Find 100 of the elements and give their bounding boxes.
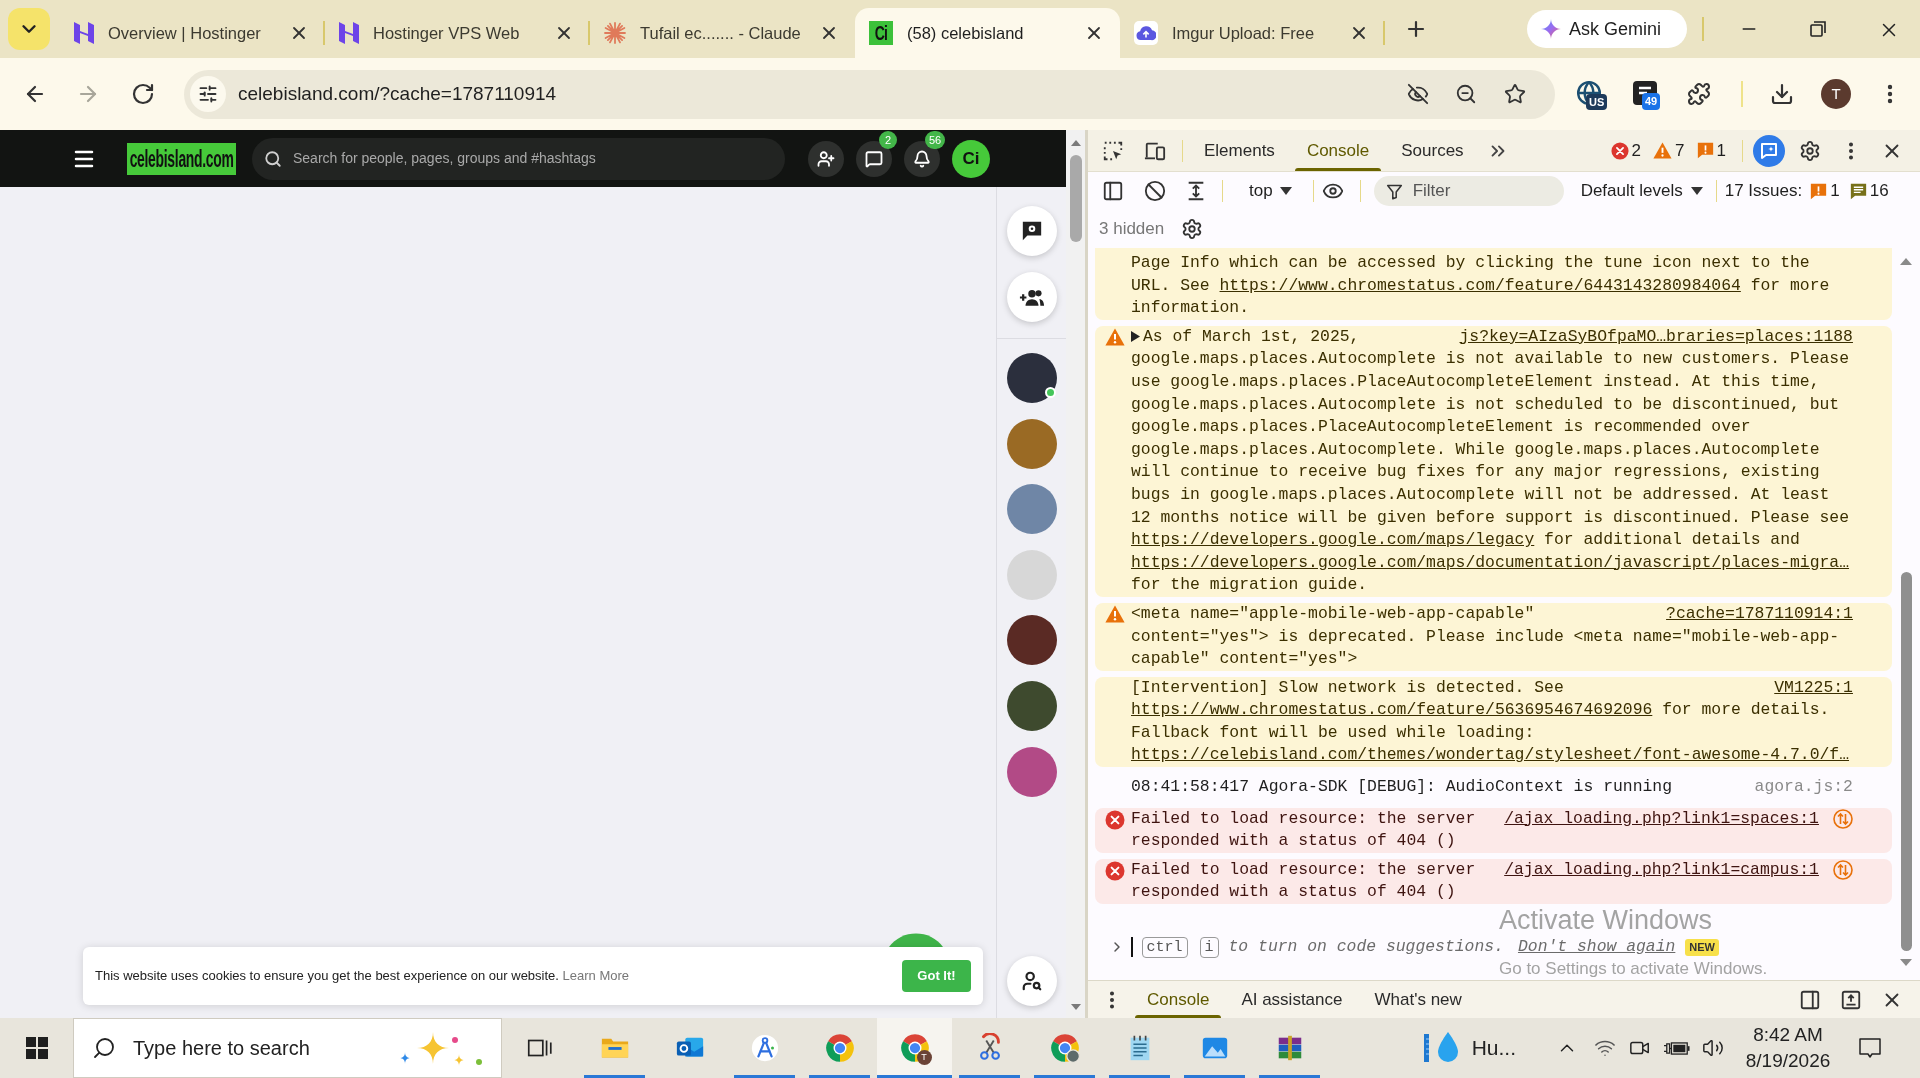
browser-tab[interactable]: Ci (58) celebisland (855, 8, 1120, 58)
time-text: 8:42 AM (1753, 1023, 1823, 1047)
log-levels-dropdown[interactable]: Default levels (1580, 178, 1703, 204)
eye-off-icon[interactable] (1407, 83, 1429, 105)
download-icon[interactable] (1770, 82, 1794, 106)
panel-left-icon[interactable] (1102, 180, 1124, 202)
search-field[interactable]: Search for people, pages, groups and #hashtags (252, 137, 785, 180)
clock[interactable]: 8:42 AM 8/19/2026 (1744, 1022, 1832, 1074)
floating-button[interactable] (889, 933, 943, 947)
browser-tab[interactable]: Overview | Hostinger (60, 8, 325, 58)
star-icon[interactable] (1504, 83, 1526, 105)
new-badge: NEW (1685, 938, 1719, 956)
circle-slash-icon[interactable] (1144, 180, 1166, 202)
devtools-tab[interactable]: Elements (1188, 130, 1291, 171)
speech-bubble-icon[interactable] (1858, 1036, 1882, 1060)
count-badge: 56 (925, 130, 946, 149)
arrow-up-box-icon[interactable] (1840, 988, 1862, 1011)
message-link[interactable]: https://celebisland.com/themes/wondertag/stylesheet/font-awesome-4.7.0/f… (1131, 745, 1850, 765)
issue-count: 1 (1830, 180, 1840, 203)
error-count[interactable]: 2 (1610, 137, 1642, 164)
message-link[interactable]: https://www.chromestatus.com/feature/5636954674692096 (1131, 700, 1653, 720)
droplet-icon[interactable] (1423, 1031, 1460, 1065)
browser-tab[interactable]: Tufail ec....... - Claude (590, 8, 855, 58)
message-lines-icon (1849, 182, 1867, 200)
source-link[interactable]: /ajax_loading.php?link1=campus:1 (1504, 858, 1819, 882)
devtools-tab[interactable]: Sources (1385, 130, 1480, 171)
source-link[interactable]: ?cache=1787110914:1 (1666, 602, 1853, 626)
user-search-icon (1020, 970, 1043, 992)
learn-more-link[interactable]: Learn More (562, 968, 630, 984)
scroll-down-icon[interactable] (1900, 959, 1912, 966)
scrollbar-thumb[interactable] (1900, 572, 1912, 951)
reload-icon[interactable] (131, 82, 155, 106)
cloud-upload-icon (1134, 21, 1158, 45)
expand-triangle-icon[interactable] (1131, 330, 1140, 342)
four-squares-icon[interactable] (25, 1037, 48, 1059)
browser-tab[interactable]: Hostinger VPS Web (325, 8, 590, 58)
context-selector[interactable]: top (1249, 178, 1292, 204)
battery-charging-icon[interactable] (1664, 1040, 1690, 1056)
taskbar-app-button[interactable]: T (877, 1018, 952, 1078)
add-group-button[interactable] (1006, 272, 1057, 322)
globe-icon[interactable] (1576, 80, 1602, 106)
warning-icon (1653, 142, 1673, 159)
site-logo[interactable]: celebisland.com (127, 142, 236, 175)
restore-icon[interactable] (1808, 19, 1828, 39)
console-message: 08:41:58:417 Agora-SDK [DEBUG]: AudioContext is running agora.js:2 (1131, 776, 1853, 799)
chat-bubble-icon (1020, 220, 1043, 242)
arrows-up-down-icon[interactable] (1832, 808, 1853, 829)
activation-subtitle: Go to Settings to activate Windows. (1499, 960, 1768, 978)
filter-field[interactable]: Filter (1373, 176, 1564, 206)
drawer-tab[interactable]: Console (1131, 981, 1226, 1018)
console-message: Failed to load resource: the server /ajax_loading.php?link1=campus:1 responded with a status of 404 () (1131, 858, 1853, 905)
find-people-button[interactable] (1006, 956, 1057, 1006)
source-link[interactable]: /ajax_loading.php?link1=spaces:1 (1504, 807, 1819, 831)
scroll-up-icon[interactable] (1070, 140, 1081, 146)
tab-list-button[interactable] (8, 8, 50, 50)
message-link[interactable]: https://www.chromestatus.com/feature/6443143280984064 (1219, 275, 1741, 295)
scroll-up-icon[interactable] (1900, 258, 1912, 265)
message-link[interactable]: https://developers.google.com/maps/legacy (1131, 530, 1535, 550)
browser-tab[interactable]: Imgur Upload: Free (1120, 8, 1385, 58)
scrollbar-thumb[interactable] (1069, 155, 1082, 242)
sliders-icon[interactable] (190, 76, 226, 112)
issues-button[interactable]: 17 Issues: 1 16 (1724, 178, 1889, 204)
sparkle-chat-icon[interactable] (1753, 134, 1785, 167)
volume-icon[interactable] (1702, 1037, 1724, 1059)
devtools-tab[interactable]: Console (1290, 130, 1386, 171)
sparkle-icon (1541, 19, 1561, 39)
drawer-tab[interactable]: What's new (1358, 981, 1478, 1018)
zoom-out-icon[interactable] (1455, 83, 1477, 105)
address-bar[interactable]: celebisland.com/?cache=1787110914 (184, 69, 1555, 119)
warning-count[interactable]: 7 (1653, 137, 1685, 164)
console-input[interactable]: ctrl i to turn on code suggestions. Don't show again NEW (1131, 936, 1892, 959)
scroll-down-icon[interactable] (1070, 1004, 1081, 1010)
activation-title: Activate Windows (1499, 906, 1713, 934)
issue-count[interactable]: 1 (1696, 137, 1726, 164)
add-friend-button[interactable] (808, 140, 844, 177)
pointer-select-icon[interactable] (1102, 139, 1124, 162)
chrome-icon (1049, 1033, 1080, 1063)
keyboard-key: ctrl (1141, 936, 1188, 958)
puzzle-icon[interactable] (1687, 82, 1711, 106)
source-link[interactable]: js?key=AIzaSyBOfpaMO…braries=places:1188 (1459, 325, 1853, 349)
profile-avatar[interactable]: T (1821, 79, 1851, 109)
user-avatar[interactable]: Ci (952, 139, 990, 178)
keyboard-key: i (1199, 936, 1219, 958)
source-link[interactable]: VM1225:1 (1774, 676, 1853, 700)
error-icon (1610, 141, 1629, 160)
contact-avatar[interactable] (1006, 353, 1057, 403)
drawer-tab[interactable]: AI assistance (1225, 981, 1359, 1018)
ask-gemini-button[interactable]: Ask Gemini (1527, 10, 1687, 48)
message-link[interactable]: https://developers.google.com/maps/documentation/javascript/places-migra… (1131, 552, 1850, 572)
split-panel-icon[interactable] (1799, 988, 1821, 1011)
chat-settings-button[interactable] (1006, 206, 1057, 256)
dont-show-again-link[interactable]: Don't show again (1517, 934, 1676, 960)
add-user-icon (817, 149, 835, 168)
weather-text[interactable]: Hu... (1471, 1032, 1516, 1064)
settings-icon[interactable] (1181, 218, 1204, 240)
arrows-up-down-icon[interactable] (1832, 860, 1853, 881)
settings-icon[interactable] (1799, 139, 1821, 162)
drafting-compass-icon (749, 1033, 780, 1063)
console-message: Failed to load resource: the server /ajax_loading.php?link1=spaces:1 responded with a status of 404 () (1131, 807, 1853, 853)
taskbar-search-field[interactable]: Type here to search (73, 1018, 502, 1078)
